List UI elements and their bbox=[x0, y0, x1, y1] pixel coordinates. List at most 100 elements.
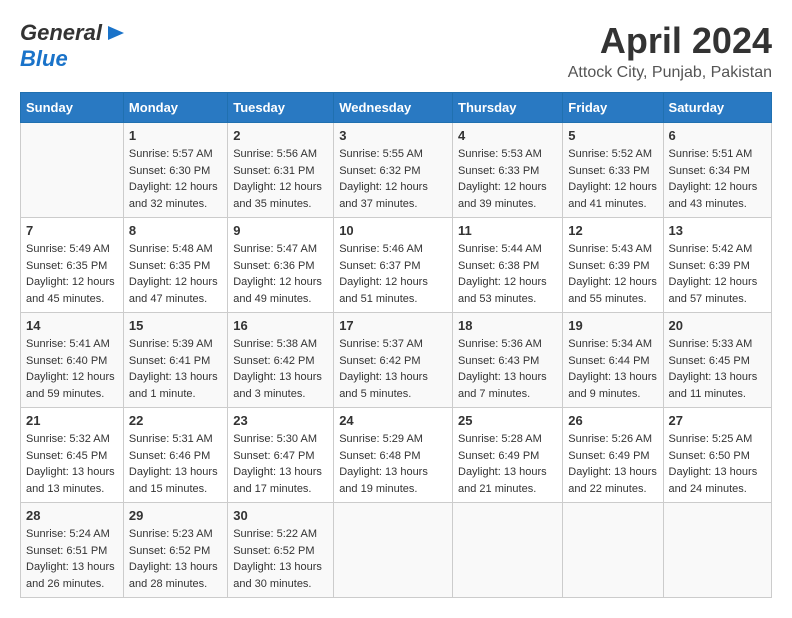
calendar-cell bbox=[453, 503, 563, 598]
sunrise-text: Sunrise: 5:52 AM bbox=[568, 146, 657, 163]
calendar-cell: 25 Sunrise: 5:28 AM Sunset: 6:49 PM Dayl… bbox=[453, 408, 563, 503]
sunrise-text: Sunrise: 5:22 AM bbox=[233, 526, 328, 543]
logo-icon bbox=[104, 22, 126, 44]
day-number: 19 bbox=[568, 318, 657, 333]
sunrise-text: Sunrise: 5:49 AM bbox=[26, 241, 118, 258]
calendar-cell: 29 Sunrise: 5:23 AM Sunset: 6:52 PM Dayl… bbox=[123, 503, 227, 598]
sunset-text: Sunset: 6:37 PM bbox=[339, 258, 447, 275]
calendar-cell: 23 Sunrise: 5:30 AM Sunset: 6:47 PM Dayl… bbox=[228, 408, 334, 503]
calendar-cell bbox=[663, 503, 771, 598]
cell-content: Sunrise: 5:32 AM Sunset: 6:45 PM Dayligh… bbox=[26, 431, 118, 497]
daylight-text: Daylight: 12 hours and 49 minutes. bbox=[233, 274, 328, 307]
calendar-cell: 1 Sunrise: 5:57 AM Sunset: 6:30 PM Dayli… bbox=[123, 123, 227, 218]
sunrise-text: Sunrise: 5:29 AM bbox=[339, 431, 447, 448]
day-number: 10 bbox=[339, 223, 447, 238]
cell-content: Sunrise: 5:31 AM Sunset: 6:46 PM Dayligh… bbox=[129, 431, 222, 497]
calendar-week-row: 14 Sunrise: 5:41 AM Sunset: 6:40 PM Dayl… bbox=[21, 313, 772, 408]
sunrise-text: Sunrise: 5:31 AM bbox=[129, 431, 222, 448]
sunrise-text: Sunrise: 5:33 AM bbox=[669, 336, 766, 353]
sunrise-text: Sunrise: 5:57 AM bbox=[129, 146, 222, 163]
sunset-text: Sunset: 6:30 PM bbox=[129, 163, 222, 180]
cell-content: Sunrise: 5:53 AM Sunset: 6:33 PM Dayligh… bbox=[458, 146, 557, 212]
daylight-text: Daylight: 12 hours and 51 minutes. bbox=[339, 274, 447, 307]
main-title: April 2024 bbox=[568, 20, 772, 62]
daylight-text: Daylight: 13 hours and 17 minutes. bbox=[233, 464, 328, 497]
sunset-text: Sunset: 6:44 PM bbox=[568, 353, 657, 370]
sunset-text: Sunset: 6:50 PM bbox=[669, 448, 766, 465]
sunrise-text: Sunrise: 5:44 AM bbox=[458, 241, 557, 258]
sunset-text: Sunset: 6:43 PM bbox=[458, 353, 557, 370]
calendar-cell: 4 Sunrise: 5:53 AM Sunset: 6:33 PM Dayli… bbox=[453, 123, 563, 218]
calendar-week-row: 7 Sunrise: 5:49 AM Sunset: 6:35 PM Dayli… bbox=[21, 218, 772, 313]
weekday-header: Sunday bbox=[21, 93, 124, 123]
cell-content: Sunrise: 5:43 AM Sunset: 6:39 PM Dayligh… bbox=[568, 241, 657, 307]
daylight-text: Daylight: 13 hours and 15 minutes. bbox=[129, 464, 222, 497]
sunset-text: Sunset: 6:35 PM bbox=[26, 258, 118, 275]
sunrise-text: Sunrise: 5:23 AM bbox=[129, 526, 222, 543]
calendar-cell: 8 Sunrise: 5:48 AM Sunset: 6:35 PM Dayli… bbox=[123, 218, 227, 313]
daylight-text: Daylight: 12 hours and 53 minutes. bbox=[458, 274, 557, 307]
daylight-text: Daylight: 13 hours and 3 minutes. bbox=[233, 369, 328, 402]
sunrise-text: Sunrise: 5:24 AM bbox=[26, 526, 118, 543]
day-number: 20 bbox=[669, 318, 766, 333]
sunrise-text: Sunrise: 5:53 AM bbox=[458, 146, 557, 163]
sunset-text: Sunset: 6:32 PM bbox=[339, 163, 447, 180]
daylight-text: Daylight: 12 hours and 32 minutes. bbox=[129, 179, 222, 212]
sunset-text: Sunset: 6:41 PM bbox=[129, 353, 222, 370]
sunset-text: Sunset: 6:52 PM bbox=[233, 543, 328, 560]
daylight-text: Daylight: 12 hours and 59 minutes. bbox=[26, 369, 118, 402]
day-number: 17 bbox=[339, 318, 447, 333]
cell-content: Sunrise: 5:41 AM Sunset: 6:40 PM Dayligh… bbox=[26, 336, 118, 402]
cell-content: Sunrise: 5:30 AM Sunset: 6:47 PM Dayligh… bbox=[233, 431, 328, 497]
sunset-text: Sunset: 6:33 PM bbox=[568, 163, 657, 180]
sunset-text: Sunset: 6:36 PM bbox=[233, 258, 328, 275]
sunrise-text: Sunrise: 5:26 AM bbox=[568, 431, 657, 448]
daylight-text: Daylight: 13 hours and 22 minutes. bbox=[568, 464, 657, 497]
subtitle: Attock City, Punjab, Pakistan bbox=[568, 64, 772, 82]
sunrise-text: Sunrise: 5:25 AM bbox=[669, 431, 766, 448]
sunset-text: Sunset: 6:42 PM bbox=[233, 353, 328, 370]
sunset-text: Sunset: 6:33 PM bbox=[458, 163, 557, 180]
cell-content: Sunrise: 5:48 AM Sunset: 6:35 PM Dayligh… bbox=[129, 241, 222, 307]
daylight-text: Daylight: 12 hours and 43 minutes. bbox=[669, 179, 766, 212]
daylight-text: Daylight: 12 hours and 57 minutes. bbox=[669, 274, 766, 307]
sunrise-text: Sunrise: 5:51 AM bbox=[669, 146, 766, 163]
daylight-text: Daylight: 13 hours and 30 minutes. bbox=[233, 559, 328, 592]
day-number: 7 bbox=[26, 223, 118, 238]
sunset-text: Sunset: 6:34 PM bbox=[669, 163, 766, 180]
calendar-cell: 26 Sunrise: 5:26 AM Sunset: 6:49 PM Dayl… bbox=[563, 408, 663, 503]
daylight-text: Daylight: 12 hours and 35 minutes. bbox=[233, 179, 328, 212]
cell-content: Sunrise: 5:33 AM Sunset: 6:45 PM Dayligh… bbox=[669, 336, 766, 402]
calendar-cell: 28 Sunrise: 5:24 AM Sunset: 6:51 PM Dayl… bbox=[21, 503, 124, 598]
calendar-cell: 2 Sunrise: 5:56 AM Sunset: 6:31 PM Dayli… bbox=[228, 123, 334, 218]
sunrise-text: Sunrise: 5:34 AM bbox=[568, 336, 657, 353]
calendar-week-row: 21 Sunrise: 5:32 AM Sunset: 6:45 PM Dayl… bbox=[21, 408, 772, 503]
calendar-cell: 7 Sunrise: 5:49 AM Sunset: 6:35 PM Dayli… bbox=[21, 218, 124, 313]
calendar-cell: 16 Sunrise: 5:38 AM Sunset: 6:42 PM Dayl… bbox=[228, 313, 334, 408]
day-number: 6 bbox=[669, 128, 766, 143]
day-number: 29 bbox=[129, 508, 222, 523]
cell-content: Sunrise: 5:24 AM Sunset: 6:51 PM Dayligh… bbox=[26, 526, 118, 592]
calendar-week-row: 28 Sunrise: 5:24 AM Sunset: 6:51 PM Dayl… bbox=[21, 503, 772, 598]
daylight-text: Daylight: 13 hours and 7 minutes. bbox=[458, 369, 557, 402]
sunset-text: Sunset: 6:48 PM bbox=[339, 448, 447, 465]
daylight-text: Daylight: 12 hours and 47 minutes. bbox=[129, 274, 222, 307]
weekday-header: Thursday bbox=[453, 93, 563, 123]
sunrise-text: Sunrise: 5:39 AM bbox=[129, 336, 222, 353]
sunset-text: Sunset: 6:52 PM bbox=[129, 543, 222, 560]
daylight-text: Daylight: 13 hours and 13 minutes. bbox=[26, 464, 118, 497]
logo-general: General bbox=[20, 20, 102, 46]
header-row: SundayMondayTuesdayWednesdayThursdayFrid… bbox=[21, 93, 772, 123]
cell-content: Sunrise: 5:38 AM Sunset: 6:42 PM Dayligh… bbox=[233, 336, 328, 402]
day-number: 16 bbox=[233, 318, 328, 333]
cell-content: Sunrise: 5:29 AM Sunset: 6:48 PM Dayligh… bbox=[339, 431, 447, 497]
sunset-text: Sunset: 6:49 PM bbox=[568, 448, 657, 465]
calendar-cell: 21 Sunrise: 5:32 AM Sunset: 6:45 PM Dayl… bbox=[21, 408, 124, 503]
weekday-header: Monday bbox=[123, 93, 227, 123]
weekday-header: Wednesday bbox=[334, 93, 453, 123]
cell-content: Sunrise: 5:49 AM Sunset: 6:35 PM Dayligh… bbox=[26, 241, 118, 307]
sunset-text: Sunset: 6:45 PM bbox=[26, 448, 118, 465]
day-number: 4 bbox=[458, 128, 557, 143]
day-number: 3 bbox=[339, 128, 447, 143]
calendar-cell: 22 Sunrise: 5:31 AM Sunset: 6:46 PM Dayl… bbox=[123, 408, 227, 503]
